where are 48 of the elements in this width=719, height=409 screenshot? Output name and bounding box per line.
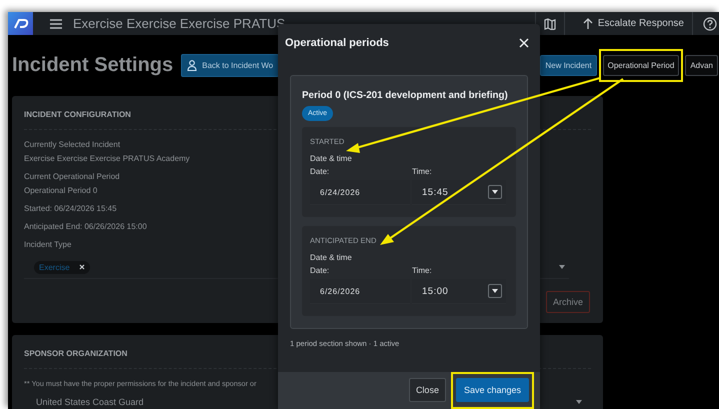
select-value: United States Coast Guard bbox=[36, 397, 144, 407]
field-label: Time: bbox=[412, 167, 433, 176]
close-button[interactable] bbox=[517, 36, 531, 50]
field-label: Currently Selected Incident bbox=[24, 139, 120, 151]
map-icon bbox=[544, 18, 556, 30]
archive-button[interactable]: Archive bbox=[546, 291, 590, 313]
field-value: Exercise Exercise Exercise PRATUS Academy bbox=[24, 153, 190, 165]
field-value: Operational Period 0 bbox=[24, 185, 98, 197]
dropdown-button[interactable] bbox=[488, 185, 502, 199]
field-label: Date: bbox=[310, 266, 330, 275]
field-label: Current Operational Period bbox=[24, 171, 120, 183]
field-label: Incident Type bbox=[24, 239, 72, 251]
arrow-up-icon bbox=[582, 18, 593, 30]
back-button[interactable]: Back to Incident Wo bbox=[181, 54, 280, 76]
caret-icon bbox=[492, 190, 498, 194]
menu-icon[interactable] bbox=[49, 18, 63, 30]
field-label: Time: bbox=[412, 266, 433, 275]
time-value: 15:45 bbox=[421, 186, 448, 198]
date-value: 6/26/2026 bbox=[319, 286, 360, 296]
caret-icon bbox=[576, 400, 582, 404]
period-title: Period 0 (ICS-201 development and briefing) bbox=[302, 90, 509, 101]
header-button[interactable]: New Incident bbox=[540, 54, 597, 76]
header-button[interactable]: Advan bbox=[685, 54, 718, 76]
save-button[interactable]: Save changes bbox=[456, 378, 529, 402]
escalate-response-button[interactable]: Escalate Response bbox=[574, 12, 693, 35]
field-label: Date & time bbox=[310, 154, 353, 163]
dropdown-button[interactable] bbox=[488, 284, 502, 298]
section-heading: SPONSOR ORGANIZATION bbox=[24, 349, 128, 358]
person-icon bbox=[187, 60, 198, 70]
app-logo[interactable] bbox=[8, 12, 33, 35]
field-label: Date & time bbox=[310, 253, 353, 262]
page-title: Incident Settings bbox=[12, 54, 174, 76]
close-icon bbox=[519, 38, 529, 48]
header-button[interactable]: Operational Period bbox=[602, 54, 680, 76]
caret-icon bbox=[492, 289, 498, 293]
help-icon[interactable] bbox=[703, 16, 717, 30]
field-label: Date: bbox=[310, 167, 330, 176]
dialog-title: Operational periods bbox=[285, 37, 389, 49]
info-text: Anticipated End: 06/26/2026 15:00 bbox=[24, 221, 147, 233]
logo-icon bbox=[12, 18, 28, 30]
close-button[interactable]: Close bbox=[408, 378, 446, 402]
time-value: 15:00 bbox=[421, 286, 448, 296]
caret-icon bbox=[559, 265, 565, 269]
info-text: Started: 06/24/2026 15:45 bbox=[24, 203, 117, 215]
close-icon bbox=[78, 264, 85, 270]
date-value: 6/24/2026 bbox=[319, 188, 360, 196]
section-heading: INCIDENT CONFIGURATION bbox=[24, 110, 131, 119]
tag-label: Exercise bbox=[39, 262, 70, 272]
